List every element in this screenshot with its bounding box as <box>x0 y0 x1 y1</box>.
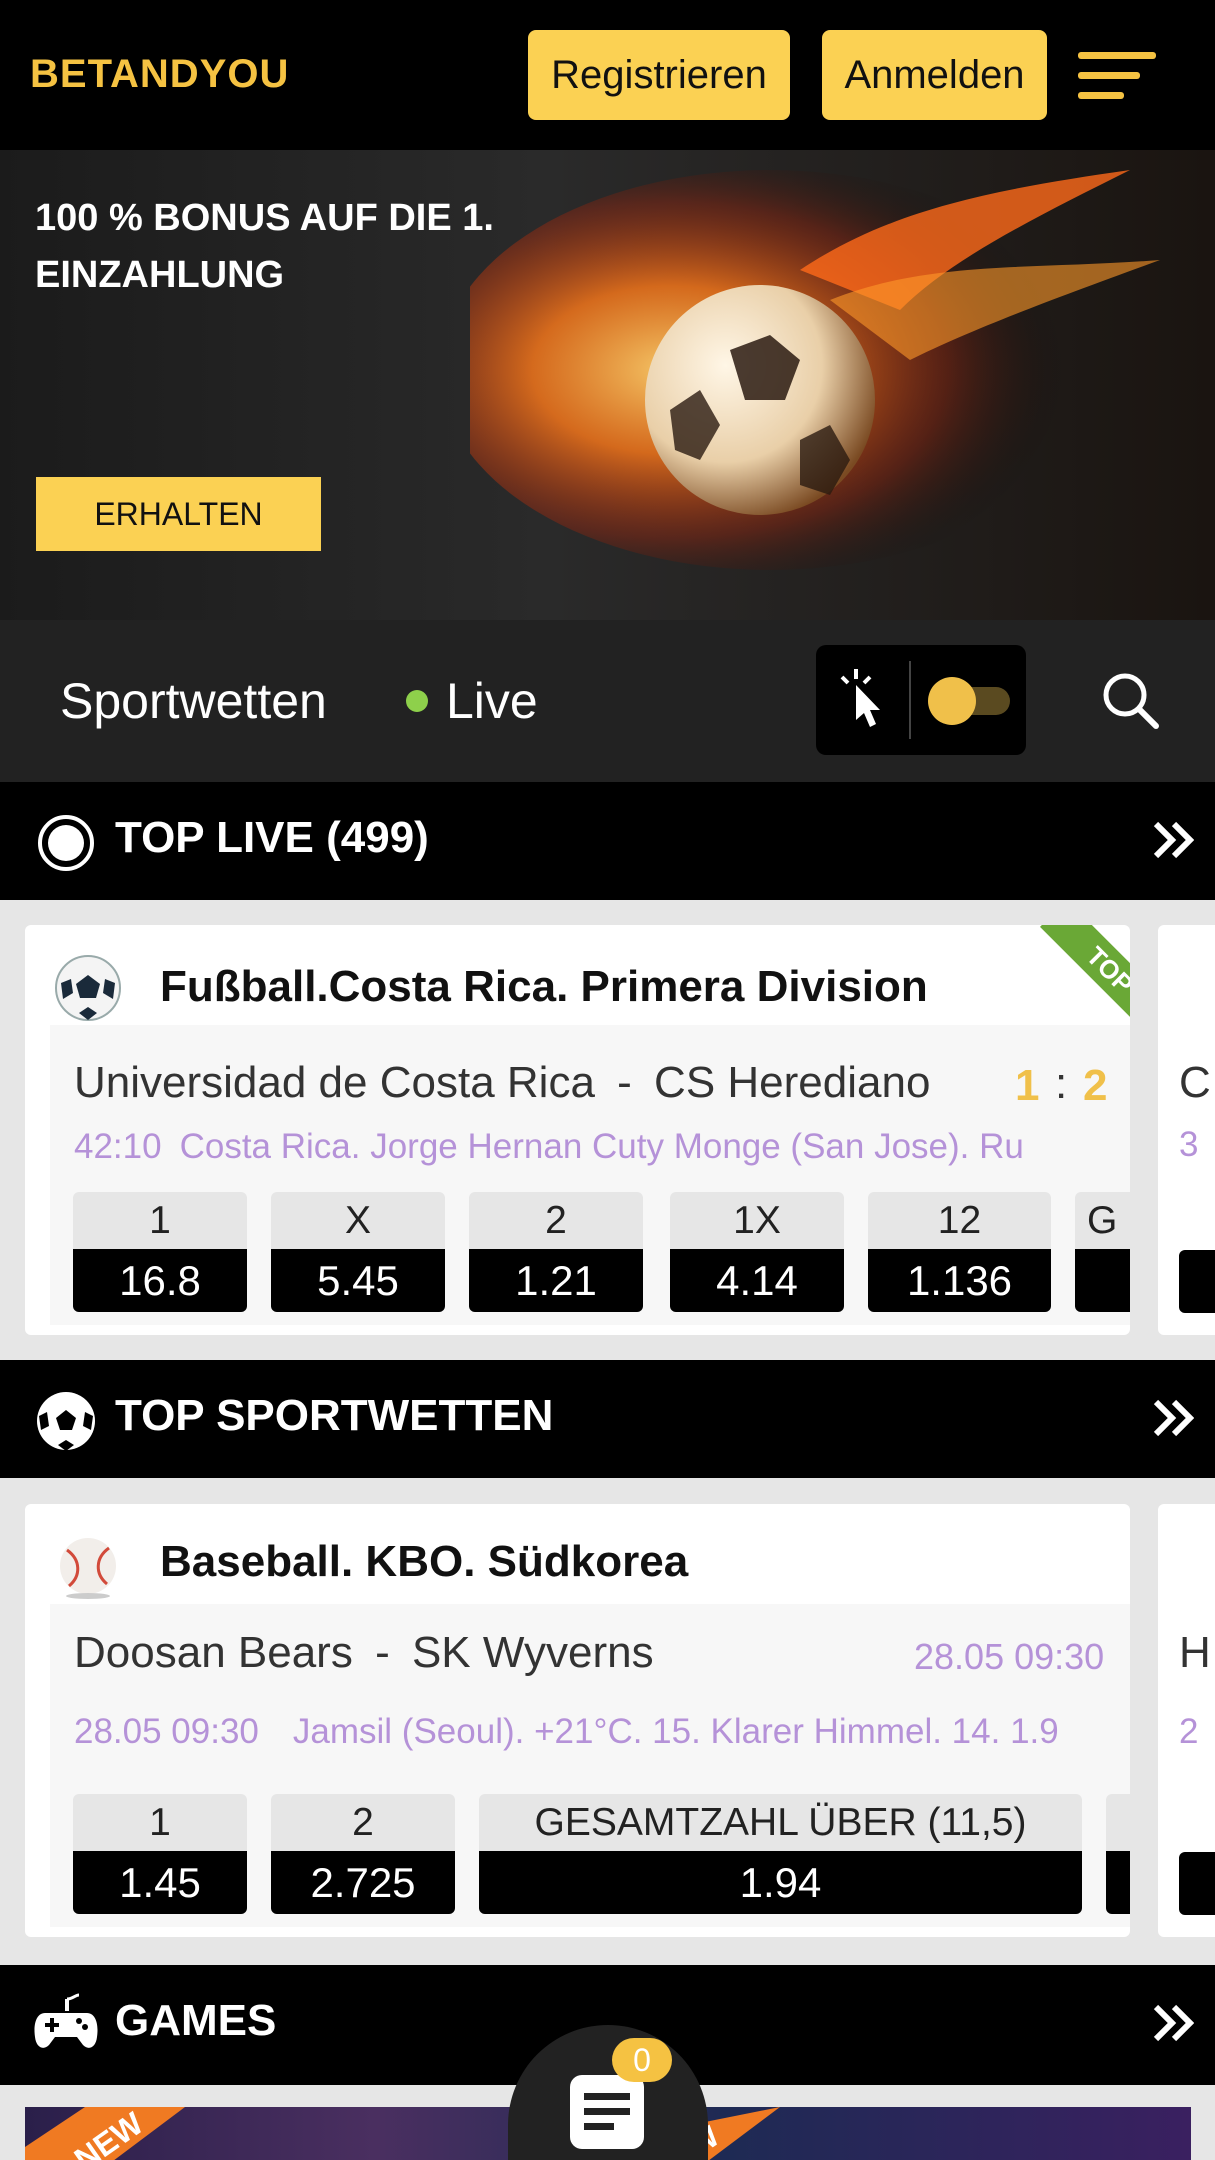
match-info: 28.05 09:30 Jamsil (Seoul). +21°C. 15. Kl… <box>74 1712 1130 1752</box>
peek-team-initial: H <box>1179 1628 1211 1677</box>
odd-button[interactable]: GESAMTZAHL ÜBER (11,5) 1.94 <box>479 1794 1082 1914</box>
match-teams: Universidad de Costa Rica - CS Herediano <box>74 1058 930 1108</box>
odd-value: 2.725 <box>271 1851 455 1914</box>
top-live-title: TOP LIVE (499) <box>115 813 429 862</box>
live-radio-icon <box>38 815 94 871</box>
league-name: Fußball.Costa Rica. Primera Division <box>160 962 928 1011</box>
double-chevron-right-icon[interactable] <box>1150 818 1194 862</box>
tab-sportwetten[interactable]: Sportwetten <box>60 672 327 730</box>
home-team: Universidad de Costa Rica <box>74 1058 595 1107</box>
baseball-icon <box>60 1538 116 1599</box>
live-match-card[interactable]: Fußball.Costa Rica. Primera Division TOP… <box>25 925 1130 1335</box>
score-separator: : <box>1055 1059 1068 1108</box>
login-button[interactable]: Anmelden <box>822 30 1047 120</box>
odd-value: 1.136 <box>868 1249 1051 1312</box>
away-team: CS Herediano <box>654 1058 931 1107</box>
league-name: Baseball. KBO. Südkorea <box>160 1537 689 1586</box>
match-venue: Jamsil (Seoul). +21°C. 15. Klarer Himmel… <box>292 1712 1059 1751</box>
toggle-switch[interactable] <box>926 675 1016 727</box>
soccer-ball-icon <box>55 955 121 1021</box>
away-score: 2 <box>1083 1061 1108 1110</box>
match-info: 42:10 Costa Rica. Jorge Hernan Cuty Monge… <box>74 1127 1130 1167</box>
away-team: SK Wyverns <box>411 1628 654 1677</box>
odd-label: G <box>1075 1192 1130 1249</box>
toggle-divider <box>909 661 911 739</box>
odd-button[interactable]: 1 16.8 <box>73 1192 247 1312</box>
odd-value: 1.94 <box>479 1851 1082 1914</box>
one-click-toggle[interactable] <box>816 645 1026 755</box>
top-ribbon-label: TOP <box>1039 925 1130 1030</box>
start-time: 28.05 09:30 <box>914 1636 1105 1677</box>
sports-match-card-next[interactable]: H 2 <box>1158 1504 1215 1937</box>
odd-label: GESAMTZAHL ÜBER (11,5) <box>479 1794 1082 1851</box>
live-indicator-dot <box>406 690 428 712</box>
peek-odd-value <box>1179 1250 1215 1313</box>
home-team: Doosan Bears <box>74 1628 353 1677</box>
live-match-card-next[interactable]: C 3 <box>1158 925 1215 1335</box>
odd-value: 5.45 <box>271 1249 445 1312</box>
sports-match-card[interactable]: Baseball. KBO. Südkorea Doosan Bears - S… <box>25 1504 1130 1937</box>
top-sports-title: TOP SPORTWETTEN <box>115 1391 554 1440</box>
odd-label: 1 <box>73 1794 247 1851</box>
odd-button[interactable]: 2 2.725 <box>271 1794 455 1914</box>
match-venue: Costa Rica. Jorge Hernan Cuty Monge (San… <box>179 1127 1024 1166</box>
peek-team-initial: C <box>1179 1058 1211 1107</box>
odd-button[interactable]: X 5.45 <box>271 1192 445 1312</box>
games-title: GAMES <box>115 1996 277 2045</box>
promo-banner[interactable]: 100 % BONUS AUF DIE 1. EINZAHLUNG ERHALT… <box>0 150 1215 620</box>
match-date-time: 28.05 09:30 <box>74 1712 259 1751</box>
match-time: 42:10 <box>74 1127 162 1166</box>
odd-button[interactable]: G <box>1075 1192 1130 1312</box>
odd-button-partial[interactable] <box>1106 1794 1130 1914</box>
top-live-header[interactable]: TOP LIVE (499) <box>0 782 1215 900</box>
double-chevron-right-icon[interactable] <box>1150 2001 1194 2045</box>
odd-label: 2 <box>469 1192 643 1249</box>
new-badge: NEW <box>25 2107 185 2160</box>
team-separator: - <box>617 1058 632 1107</box>
tab-live[interactable]: Live <box>406 672 538 730</box>
odd-value: 16.8 <box>73 1249 247 1312</box>
odd-label: 12 <box>868 1192 1051 1249</box>
get-bonus-button[interactable]: ERHALTEN <box>36 477 321 551</box>
home-score: 1 <box>1015 1061 1040 1110</box>
tab-live-label: Live <box>446 673 538 729</box>
gamepad-icon <box>34 1993 98 2048</box>
top-sports-header[interactable]: TOP SPORTWETTEN <box>0 1360 1215 1478</box>
peek-time-initial: 3 <box>1179 1125 1199 1164</box>
odd-value-partial <box>1106 1851 1130 1914</box>
top-header: BETANDYOU Registrieren Anmelden <box>0 0 1215 150</box>
odd-label: X <box>271 1192 445 1249</box>
odd-value <box>1075 1249 1130 1312</box>
match-row[interactable]: Universidad de Costa Rica - CS Herediano… <box>50 1025 1130 1325</box>
brand-logo[interactable]: BETANDYOU <box>30 52 289 97</box>
odd-label: 1 <box>73 1192 247 1249</box>
top-ribbon: TOP <box>1025 925 1130 1030</box>
search-icon[interactable] <box>1100 670 1160 730</box>
peek-date-initial: 2 <box>1179 1712 1199 1751</box>
odd-button[interactable]: 12 1.136 <box>868 1192 1051 1312</box>
double-chevron-right-icon[interactable] <box>1150 1396 1194 1440</box>
odd-value: 1.45 <box>73 1851 247 1914</box>
odd-label: 2 <box>271 1794 455 1851</box>
odd-button[interactable]: 1X 4.14 <box>670 1192 844 1312</box>
odd-label-partial <box>1106 1794 1130 1851</box>
team-separator: - <box>375 1628 390 1677</box>
hamburger-menu-icon[interactable] <box>1078 52 1156 100</box>
match-teams: Doosan Bears - SK Wyverns <box>74 1628 654 1678</box>
odd-value: 4.14 <box>670 1249 844 1312</box>
odd-label: 1X <box>670 1192 844 1249</box>
odd-button[interactable]: 2 1.21 <box>469 1192 643 1312</box>
peek-odd-value <box>1179 1852 1215 1915</box>
sports-nav-bar: Sportwetten Live <box>0 620 1215 782</box>
page: { "header": { "logo": "BETANDYOU", "regi… <box>0 0 1215 2160</box>
betslip-icon[interactable] <box>568 2073 646 2151</box>
odd-value: 1.21 <box>469 1249 643 1312</box>
register-button[interactable]: Registrieren <box>528 30 790 120</box>
odd-button[interactable]: 1 1.45 <box>73 1794 247 1914</box>
banner-title: 100 % BONUS AUF DIE 1. EINZAHLUNG <box>35 197 494 296</box>
betslip-count-badge: 0 <box>612 2038 672 2082</box>
match-row[interactable]: Doosan Bears - SK Wyverns 28.05 09:30 28… <box>50 1604 1130 1927</box>
soccer-ball-icon <box>37 1392 95 1451</box>
click-hand-icon <box>840 669 880 727</box>
